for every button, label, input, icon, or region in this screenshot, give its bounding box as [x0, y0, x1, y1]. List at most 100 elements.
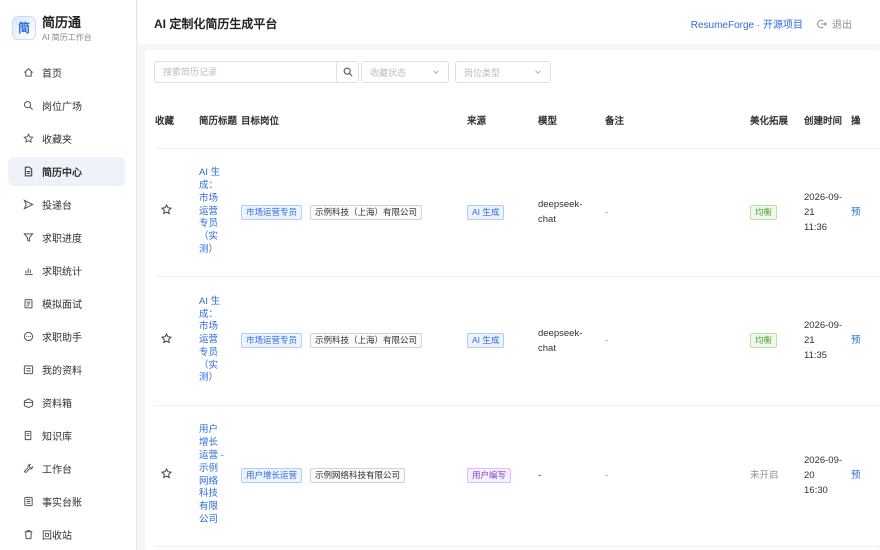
search-icon [343, 67, 353, 77]
sidebar-item-13[interactable]: 工作台 [8, 454, 125, 483]
trash-icon [23, 529, 34, 540]
position-tag: 市场运营专员 [241, 204, 303, 220]
profile-icon [23, 364, 34, 375]
sidebar-item-label: 求职统计 [42, 267, 82, 278]
favorite-star-icon[interactable] [161, 203, 172, 215]
source-badge: AI 生成 [467, 204, 505, 220]
created-date: 2026-09-21 [804, 191, 843, 218]
model-name: deepseek-chat [538, 199, 583, 225]
company-tag: 示例网络科技有限公司 [310, 468, 406, 483]
chevron-down-icon [535, 70, 541, 74]
preview-link[interactable]: 预 [851, 470, 861, 481]
created-date: 2026-09-20 [804, 455, 843, 481]
table-row: AI 生成：市场运营专员（实测） 市场运营专员 示例科技（上海）有限公司 AI 生成 d… [155, 276, 880, 406]
resume-title-link[interactable]: AI 生成：市场运营专员（实测） [199, 296, 225, 386]
created-date: 2026-09-21 [804, 320, 843, 346]
app-name: 简历通 [42, 15, 82, 30]
search-button[interactable] [336, 62, 358, 82]
sidebar-item-4[interactable]: 简历中心 [8, 157, 125, 186]
created-time: 11:36 [804, 221, 828, 233]
sidebar-item-8[interactable]: 模拟面试 [8, 289, 125, 318]
sidebar-item-14[interactable]: 事实台账 [8, 487, 125, 516]
sidebar-item-5[interactable]: 投递台 [8, 190, 125, 219]
chevron-down-icon [433, 70, 439, 74]
col-action[interactable]: 操 [851, 96, 880, 149]
bar-chart-icon [23, 265, 34, 276]
sidebar-item-9[interactable]: 求职助手 [8, 322, 125, 351]
sidebar-item-6[interactable]: 求职进度 [8, 223, 125, 252]
resume-table: 收藏 简历标题 目标岗位 来源 模型 备注 美化拓展 创建时间 操 AI 生成：… [155, 96, 880, 547]
sidebar-item-3[interactable]: 收藏夹 [8, 124, 125, 153]
col-note[interactable]: 备注 [605, 96, 750, 149]
preview-link[interactable]: 预 [851, 207, 861, 218]
position-tag: 市场运营专员 [241, 333, 303, 348]
sidebar-item-15[interactable]: 回收站 [8, 520, 125, 549]
source-badge: AI 生成 [467, 333, 505, 348]
sidebar-item-11[interactable]: 资料箱 [8, 388, 125, 417]
table-row: 用户增长运营 - 示例网络科技有限公司 用户增长运营 示例网络科技有限公司 用户编写 -… [155, 405, 880, 547]
job-type-select[interactable]: 岗位类型 [455, 61, 551, 83]
sidebar-item-12[interactable]: 知识库 [8, 421, 125, 450]
note-text: - [605, 206, 609, 218]
favorite-status-placeholder: 收藏状态 [370, 67, 407, 78]
sidebar-item-label: 求职进度 [42, 234, 82, 245]
sidebar-item-10[interactable]: 我的资料 [8, 355, 125, 384]
model-name: deepseek-chat [538, 327, 583, 354]
sidebar-item-label: 事实台账 [42, 498, 82, 509]
project-link[interactable]: ResumeForge · 开源项目 [691, 16, 803, 31]
logout-button[interactable]: 退出 [817, 16, 852, 31]
search-icon [23, 100, 34, 111]
sidebar-item-1[interactable]: 首页 [8, 58, 125, 87]
favorite-star-icon[interactable] [161, 332, 172, 344]
col-created-time[interactable]: 创建时间 [804, 96, 851, 149]
sidebar-nav: 首页岗位广场收藏夹简历中心投递台求职进度求职统计模拟面试求职助手我的资料资料箱知… [8, 58, 125, 550]
logout-label: 退出 [832, 20, 852, 31]
sidebar-item-2[interactable]: 岗位广场 [8, 91, 125, 120]
filter-bar: 收藏状态 岗位类型 [154, 61, 551, 83]
home-icon [23, 67, 34, 78]
sidebar-item-label: 我的资料 [42, 366, 82, 377]
source-badge: 用户编写 [467, 468, 512, 483]
col-favorite[interactable]: 收藏 [155, 96, 199, 149]
clipboard-icon [23, 298, 34, 309]
sidebar-item-label: 工作台 [42, 465, 72, 476]
table-row: AI 生成：市场运营专员（实测） 市场运营专员 示例科技（上海）有限公司 AI 生成 d… [155, 148, 880, 277]
position-tag: 用户增长运营 [241, 468, 303, 483]
sidebar-item-label: 求职助手 [42, 333, 82, 344]
app-logo: 简 [12, 15, 36, 40]
document-icon [23, 166, 34, 177]
col-target-position[interactable]: 目标岗位 [241, 96, 467, 149]
sidebar: 简 简历通 AI 简历工作台 首页岗位广场收藏夹简历中心投递台求职进度求职统计模… [0, 0, 137, 550]
col-title[interactable]: 简历标题 [199, 96, 241, 149]
brand[interactable]: 简 简历通 AI 简历工作台 [12, 12, 92, 43]
sidebar-item-label: 模拟面试 [42, 300, 82, 311]
resume-title-link[interactable]: 用户增长运营 - 示例网络科技有限公司 [199, 424, 225, 526]
search-input[interactable] [155, 62, 338, 82]
preview-link[interactable]: 预 [851, 335, 861, 346]
job-type-placeholder: 岗位类型 [464, 67, 501, 78]
funnel-icon [23, 232, 34, 243]
top-bar: AI 定制化简历生成平台 ResumeForge · 开源项目 退出 [138, 0, 880, 44]
app-subtitle: AI 简历工作台 [42, 33, 92, 42]
sidebar-item-7[interactable]: 求职统计 [8, 256, 125, 285]
resume-panel: 收藏状态 岗位类型 收藏 简历标题 目标岗位 来源 模型 备注 美化拓展 创建时… [145, 50, 880, 550]
wrench-icon [23, 463, 34, 474]
sidebar-item-label: 知识库 [42, 432, 72, 443]
logout-icon [817, 19, 827, 28]
beautify-badge: 均衡 [750, 204, 778, 220]
book-icon [23, 430, 34, 441]
resume-title-link[interactable]: AI 生成：市场运营专员（实测） [199, 167, 225, 257]
note-text: - [605, 335, 609, 346]
company-tag: 示例科技（上海）有限公司 [310, 333, 423, 348]
col-model[interactable]: 模型 [538, 96, 605, 149]
chat-icon [23, 331, 34, 342]
favorite-star-icon[interactable] [161, 467, 172, 479]
company-tag: 示例科技（上海）有限公司 [310, 204, 423, 220]
created-time: 16:30 [804, 485, 828, 496]
sidebar-item-label: 收藏夹 [42, 135, 72, 146]
sidebar-item-label: 回收站 [42, 531, 72, 542]
beautify-badge: 均衡 [750, 333, 778, 348]
favorite-status-select[interactable]: 收藏状态 [361, 61, 449, 83]
col-beautify[interactable]: 美化拓展 [750, 96, 804, 149]
col-source[interactable]: 来源 [467, 96, 538, 149]
